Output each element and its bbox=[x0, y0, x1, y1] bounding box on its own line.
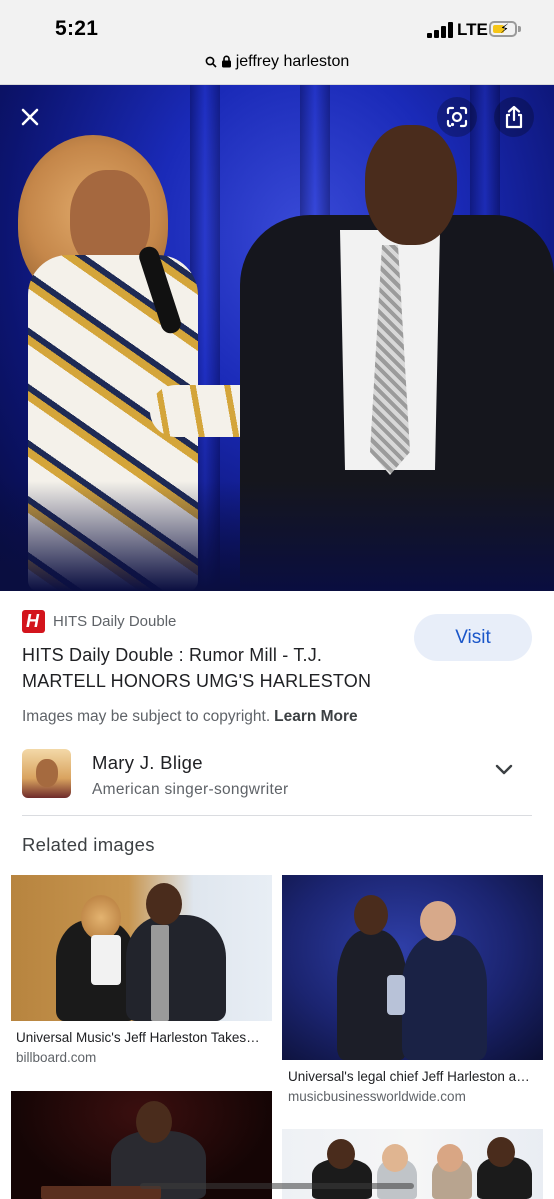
battery-icon: ⚡ bbox=[489, 21, 517, 37]
battery-nub bbox=[518, 26, 521, 32]
share-button[interactable] bbox=[494, 97, 534, 137]
copyright-text: Images may be subject to copyright. bbox=[22, 708, 271, 725]
copyright-notice: Images may be subject to copyright. Learn… bbox=[22, 708, 358, 726]
entity-name: Mary J. Blige bbox=[92, 752, 203, 773]
source-logo: H bbox=[22, 610, 45, 633]
entity-description: American singer-songwriter bbox=[92, 781, 289, 798]
url-bar[interactable]: jeffrey harleston bbox=[0, 53, 554, 71]
related-caption[interactable]: Universal's legal chief Jeff Harleston a… bbox=[288, 1069, 538, 1084]
search-icon bbox=[205, 56, 217, 68]
result-title[interactable]: HITS Daily Double : Rumor Mill - T.J. MA… bbox=[22, 642, 392, 694]
related-caption[interactable]: Universal Music's Jeff Harleston Takes… bbox=[16, 1030, 266, 1045]
related-images-heading: Related images bbox=[22, 834, 155, 855]
lens-button[interactable] bbox=[437, 97, 477, 137]
share-icon bbox=[505, 105, 523, 129]
related-domain: billboard.com bbox=[16, 1050, 97, 1065]
home-indicator[interactable] bbox=[140, 1183, 414, 1189]
visit-button[interactable]: Visit bbox=[414, 614, 532, 661]
entity-card[interactable]: Mary J. Blige American singer-songwriter bbox=[22, 749, 532, 801]
related-image-thumbnail[interactable] bbox=[11, 875, 272, 1021]
source-row[interactable]: H HITS Daily Double bbox=[22, 610, 176, 633]
lock-icon bbox=[221, 55, 231, 68]
source-name: HITS Daily Double bbox=[53, 613, 177, 630]
close-button[interactable] bbox=[10, 97, 50, 137]
lens-icon bbox=[446, 106, 468, 128]
cellular-signal-icon bbox=[427, 22, 453, 38]
chevron-down-icon[interactable] bbox=[494, 763, 514, 777]
related-domain: musicbusinessworldwide.com bbox=[288, 1089, 466, 1104]
related-image-thumbnail[interactable] bbox=[282, 875, 543, 1060]
preview-image[interactable] bbox=[0, 85, 554, 591]
status-and-url-bar: 5:21 LTE ⚡ jeffrey harleston bbox=[0, 0, 554, 85]
url-query: jeffrey harleston bbox=[235, 53, 350, 70]
status-time: 5:21 bbox=[55, 17, 99, 40]
divider bbox=[22, 815, 532, 816]
close-icon bbox=[21, 108, 39, 126]
learn-more-link[interactable]: Learn More bbox=[274, 708, 358, 725]
network-type: LTE bbox=[457, 20, 488, 39]
avatar bbox=[22, 749, 71, 798]
